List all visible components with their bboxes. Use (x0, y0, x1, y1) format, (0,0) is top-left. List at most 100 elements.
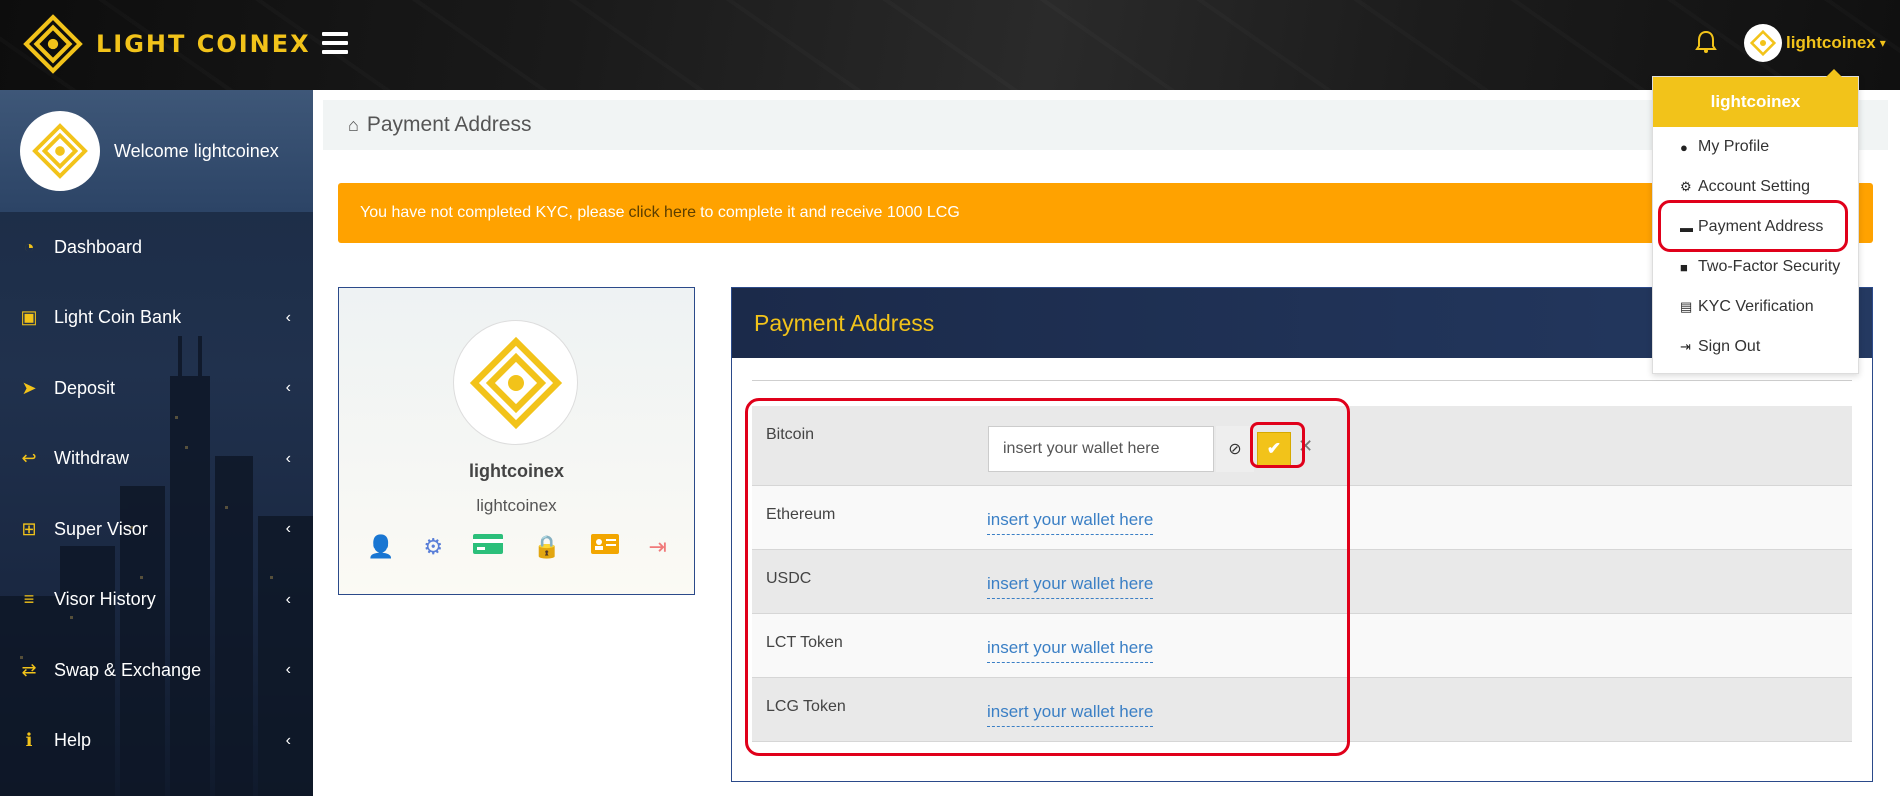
wallet-edit-link[interactable]: insert your wallet here (987, 574, 1154, 599)
sidebar-item-label: Swap & Exchange (54, 659, 202, 680)
dropdown-header: lightcoinex (1653, 77, 1858, 127)
lock-icon: ■ (1680, 259, 1688, 275)
sidebar-item-swap-exchange[interactable]: ⇄ Swap & Exchange ‹ (0, 635, 313, 706)
kyc-link[interactable]: click here (628, 204, 696, 222)
coin-name: LCT Token (766, 634, 843, 651)
sidebar-item-label: Visor History (54, 589, 156, 610)
logo-icon (23, 14, 83, 74)
chevron-left-icon: ‹ (285, 661, 291, 679)
page-title: Payment Address (366, 113, 532, 136)
menu-toggle-icon[interactable] (322, 32, 348, 54)
wallet-row-lct-token: LCT Token insert your wallet here (752, 614, 1852, 678)
sidebar-item-label: Light Coin Bank (54, 307, 182, 328)
welcome-text: Welcome lightcoinex (114, 140, 279, 161)
avatar (1744, 24, 1782, 62)
wallet-row-ethereum: Ethereum insert your wallet here (752, 486, 1852, 550)
lock-icon[interactable]: 🔒 (533, 534, 560, 560)
avatar (453, 320, 578, 445)
menu-item-label: My Profile (1698, 138, 1770, 155)
coin-name: LCG Token (766, 698, 846, 715)
chevron-left-icon: ‹ (285, 731, 291, 749)
kyc-alert-text: You have not completed KYC, please (360, 204, 625, 221)
credit-card-icon: ▬ (1680, 219, 1693, 235)
info-icon: ℹ (25, 730, 33, 751)
coin-name: USDC (766, 570, 812, 587)
sign-out-icon[interactable]: ⇥ (649, 534, 667, 560)
sidebar-item-label: Super Visor (54, 518, 148, 539)
menu-item-payment-address[interactable]: ▬ Payment Address (1653, 207, 1858, 247)
panel-title: Payment Address (754, 309, 935, 336)
sidebar-item-label: Withdraw (54, 448, 130, 469)
welcome-panel: Welcome lightcoinex (0, 90, 313, 212)
wallet-row-lcg-token: LCG Token insert your wallet here (752, 678, 1852, 742)
sidebar-nav: ◔ Dashboard ▣ Light Coin Bank ‹ ➤ Deposi… (0, 212, 313, 776)
coin-name: Bitcoin (766, 426, 815, 443)
sidebar-item-light-coin-bank[interactable]: ▣ Light Coin Bank ‹ (0, 283, 313, 354)
wallet-row-usdc: USDC insert your wallet here (752, 550, 1852, 614)
brand-logo[interactable]: LIGHT COINEX (22, 12, 311, 76)
cancel-icon[interactable]: ⊘ (1216, 426, 1254, 472)
sidebar-item-super-visor[interactable]: ⊞ Super Visor ‹ (0, 494, 313, 565)
user-icon[interactable]: 👤 (367, 534, 394, 560)
profile-quick-links: 👤 ⚙ 🔒 ⇥ (367, 533, 667, 561)
money-icon: ▣ (20, 307, 38, 328)
cogs-icon[interactable]: ⚙ (423, 534, 443, 560)
wallet-edit-link[interactable]: insert your wallet here (987, 510, 1154, 535)
menu-item-my-profile[interactable]: ● My Profile (1653, 127, 1858, 167)
confirm-button[interactable]: ✔ (1257, 432, 1291, 466)
user-dropdown-menu: lightcoinex ● My Profile ⚙ Account Setti… (1652, 69, 1859, 374)
sidebar-item-visor-history[interactable]: ≡ Visor History ‹ (0, 565, 313, 636)
coin-name: Ethereum (766, 506, 836, 523)
menu-item-kyc-verification[interactable]: ▤ KYC Verification (1653, 287, 1858, 327)
menu-item-label: Account Setting (1698, 178, 1811, 195)
wallet-edit-link[interactable]: insert your wallet here (987, 702, 1154, 727)
menu-item-two-factor-security[interactable]: ■ Two-Factor Security (1653, 247, 1858, 287)
wallet-table: Bitcoin insert your wallet here ⊘ ✔ ✕ Et… (752, 406, 1852, 742)
caret-down-icon: ▾ (1879, 36, 1886, 50)
home-icon[interactable]: ⌂ (348, 115, 359, 136)
top-navbar: LIGHT COINEX lightcoinex ▾ (0, 0, 1900, 90)
sidebar-item-label: Help (54, 730, 92, 751)
wallet-row-bitcoin: Bitcoin insert your wallet here ⊘ ✔ ✕ (752, 406, 1852, 486)
avatar[interactable] (20, 111, 100, 191)
brand-name: LIGHT COINEX (96, 30, 311, 58)
sidebar-item-label: Deposit (54, 377, 116, 398)
sidebar-item-label: Dashboard (54, 236, 143, 257)
profile-card: lightcoinex lightcoinex 👤 ⚙ 🔒 ⇥ (338, 287, 695, 595)
reply-icon: ↩ (21, 448, 37, 469)
chevron-left-icon: ‹ (285, 520, 291, 538)
user-menu-toggle[interactable]: lightcoinex ▾ (1744, 24, 1886, 62)
chevron-left-icon: ‹ (285, 449, 291, 467)
list-icon: ≡ (23, 589, 35, 610)
wallet-edit-link[interactable]: insert your wallet here (987, 638, 1154, 663)
credit-card-icon[interactable] (472, 533, 504, 561)
exchange-icon: ⇄ (21, 659, 37, 680)
sidebar-item-help[interactable]: ℹ Help ‹ (0, 706, 313, 777)
id-card-icon: ▤ (1680, 299, 1693, 314)
wallet-input-bitcoin[interactable]: insert your wallet here (988, 426, 1214, 472)
sitemap-icon: ⊞ (21, 518, 37, 539)
sidebar-item-dashboard[interactable]: ◔ Dashboard (0, 212, 313, 283)
menu-item-sign-out[interactable]: ⇥ Sign Out (1653, 327, 1858, 367)
menu-item-label: Sign Out (1698, 338, 1761, 355)
menu-item-label: Two-Factor Security (1698, 258, 1841, 275)
header-username: lightcoinex (1786, 33, 1876, 52)
close-icon[interactable]: ✕ (1298, 436, 1313, 457)
chevron-left-icon: ‹ (285, 379, 291, 397)
bell-icon[interactable] (1695, 30, 1717, 59)
menu-item-label: Payment Address (1698, 218, 1824, 235)
chevron-left-icon: ‹ (285, 590, 291, 608)
sidebar-item-withdraw[interactable]: ↩ Withdraw ‹ (0, 424, 313, 495)
chevron-left-icon: ‹ (285, 308, 291, 326)
divider (752, 380, 1852, 381)
sign-out-icon: ⇥ (1680, 339, 1691, 354)
profile-name: lightcoinex (468, 461, 564, 481)
cogs-icon: ⚙ (1680, 179, 1692, 194)
menu-item-account-setting[interactable]: ⚙ Account Setting (1653, 167, 1858, 207)
user-icon: ● (1680, 139, 1688, 155)
menu-item-label: KYC Verification (1698, 298, 1814, 315)
dashboard-icon: ◔ (23, 236, 35, 257)
kyc-alert-text: to complete it and receive 1000 LCG (700, 204, 960, 221)
id-card-icon[interactable] (590, 533, 620, 561)
sidebar-item-deposit[interactable]: ➤ Deposit ‹ (0, 353, 313, 424)
